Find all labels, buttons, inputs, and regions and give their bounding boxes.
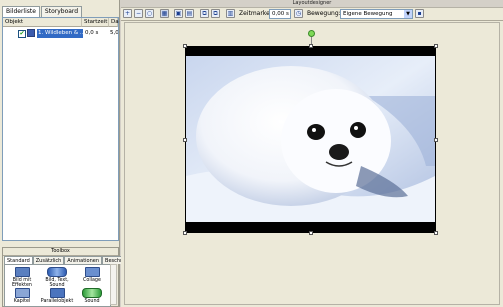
zeitmarke-label: Zeitmarke:: [239, 10, 272, 17]
chapter-icon: [14, 288, 30, 298]
timer-icon[interactable]: ◷: [294, 9, 303, 18]
toolbox-tab-standard[interactable]: Standard: [4, 256, 33, 264]
frame-button[interactable]: ▤: [185, 9, 194, 18]
chevron-down-icon: ▼: [404, 10, 412, 18]
zoom-out-button[interactable]: −: [134, 9, 143, 18]
toolbox-item-label: Bild mit Effekten: [12, 278, 32, 288]
resize-handle-se[interactable]: [434, 231, 438, 235]
parallel-object-icon: [49, 288, 65, 298]
designer-toolbar: + − ○ ▦ ▣ ▤ ⧉ ⧉ ▥ Zeitmarke: 0,00 s ◷ Be…: [121, 8, 503, 21]
paste-button[interactable]: ⧉: [211, 9, 220, 18]
list-item-startzeit: 0,0 s: [85, 30, 99, 36]
resize-handle-nw[interactable]: [183, 44, 187, 48]
toolbox-item-bild-effekten[interactable]: Bild mit Effekten: [5, 267, 39, 288]
resize-handle-sw[interactable]: [183, 231, 187, 235]
zeitmarke-input[interactable]: 0,00 s: [269, 9, 291, 19]
layout-designer: Layoutdesigner + − ○ ▦ ▣ ▤ ⧉ ⧉ ▥ Zeitmar…: [121, 0, 503, 307]
list-item-name: 1. Wildleben & ...: [37, 29, 83, 38]
list-item[interactable]: ✔ 1. Wildleben & ... 0,0 s 5,0: [3, 29, 118, 38]
save-icon[interactable]: ▪: [415, 9, 424, 18]
resize-handle-e[interactable]: [434, 138, 438, 142]
properties-button[interactable]: ▥: [226, 9, 235, 18]
resize-handle-s[interactable]: [309, 231, 313, 235]
bewegung-select-value: Eigene Bewegung: [343, 11, 393, 17]
copy-button[interactable]: ⧉: [200, 9, 209, 18]
bewegung-label: Bewegung:: [307, 10, 341, 17]
resize-handle-n[interactable]: [309, 44, 313, 48]
list-item-dauer: 5,0: [110, 30, 118, 36]
resize-handle-w[interactable]: [183, 138, 187, 142]
rotate-handle[interactable]: [308, 30, 315, 37]
grid-button[interactable]: ▦: [160, 9, 169, 18]
image-effects-icon: [14, 267, 30, 277]
seal-photo-graphic: [186, 56, 435, 222]
toolbox-item-collage[interactable]: Collage: [75, 267, 109, 283]
image-list[interactable]: Objekt Startzeit Da ✔ 1. Wildleben & ...…: [2, 17, 119, 241]
bewegung-select[interactable]: Eigene Bewegung ▼: [340, 9, 413, 19]
left-panel: Bilderliste Storyboard Objekt Startzeit …: [0, 0, 134, 307]
toolbox-item-parallelobjekt[interactable]: Parallelobjekt: [40, 288, 74, 304]
toolbox-item-label: Bild, Text, Sound: [45, 278, 69, 288]
toolbox-item-bild-text-sound[interactable]: Bild, Text, Sound: [40, 267, 74, 288]
seal-photo: [186, 56, 435, 222]
image-text-sound-icon: [47, 267, 67, 277]
designer-title: Layoutdesigner: [121, 0, 503, 8]
toolbox-item-label: Parallelobjekt: [40, 299, 74, 304]
sound-icon: [82, 288, 102, 298]
toolbox-scrollbar[interactable]: [110, 264, 117, 305]
toolbox-tab-animationen[interactable]: Animationen: [64, 256, 103, 264]
left-tabs: Bilderliste Storyboard: [2, 6, 83, 18]
toolbox-item-sound[interactable]: Sound: [75, 288, 109, 304]
toolbox-title: Toolbox: [3, 248, 118, 256]
toolbox-item-label: Kapitel: [13, 299, 31, 304]
toolbox-item-label: Sound: [84, 299, 100, 304]
toolbox-tabs: Standard Zusätzlich Animationen Beschrif…: [4, 256, 134, 264]
tab-storyboard[interactable]: Storyboard: [40, 6, 83, 17]
toolbox-item-label: Collage: [83, 278, 101, 283]
visibility-checkbox[interactable]: ✔: [18, 30, 26, 38]
image-thumbnail-icon: [27, 29, 35, 37]
column-header-dauer[interactable]: Da: [109, 18, 119, 27]
toolbox-items: Bild mit Effekten Bild, Text, Sound Coll…: [4, 264, 111, 307]
image-object[interactable]: [183, 44, 438, 235]
image-button[interactable]: ▣: [174, 9, 183, 18]
zoom-in-button[interactable]: +: [123, 9, 132, 18]
toolbox: Toolbox Standard Zusätzlich Animationen …: [2, 247, 134, 307]
toolbox-item-kapitel[interactable]: Kapitel: [5, 288, 39, 304]
toolbox-tab-zusaetzlich[interactable]: Zusätzlich: [32, 256, 65, 264]
column-header-objekt[interactable]: Objekt: [3, 18, 82, 27]
resize-handle-ne[interactable]: [434, 44, 438, 48]
column-header-startzeit[interactable]: Startzeit: [82, 18, 109, 27]
collage-icon: [84, 267, 100, 277]
zoom-fit-button[interactable]: ○: [145, 9, 154, 18]
